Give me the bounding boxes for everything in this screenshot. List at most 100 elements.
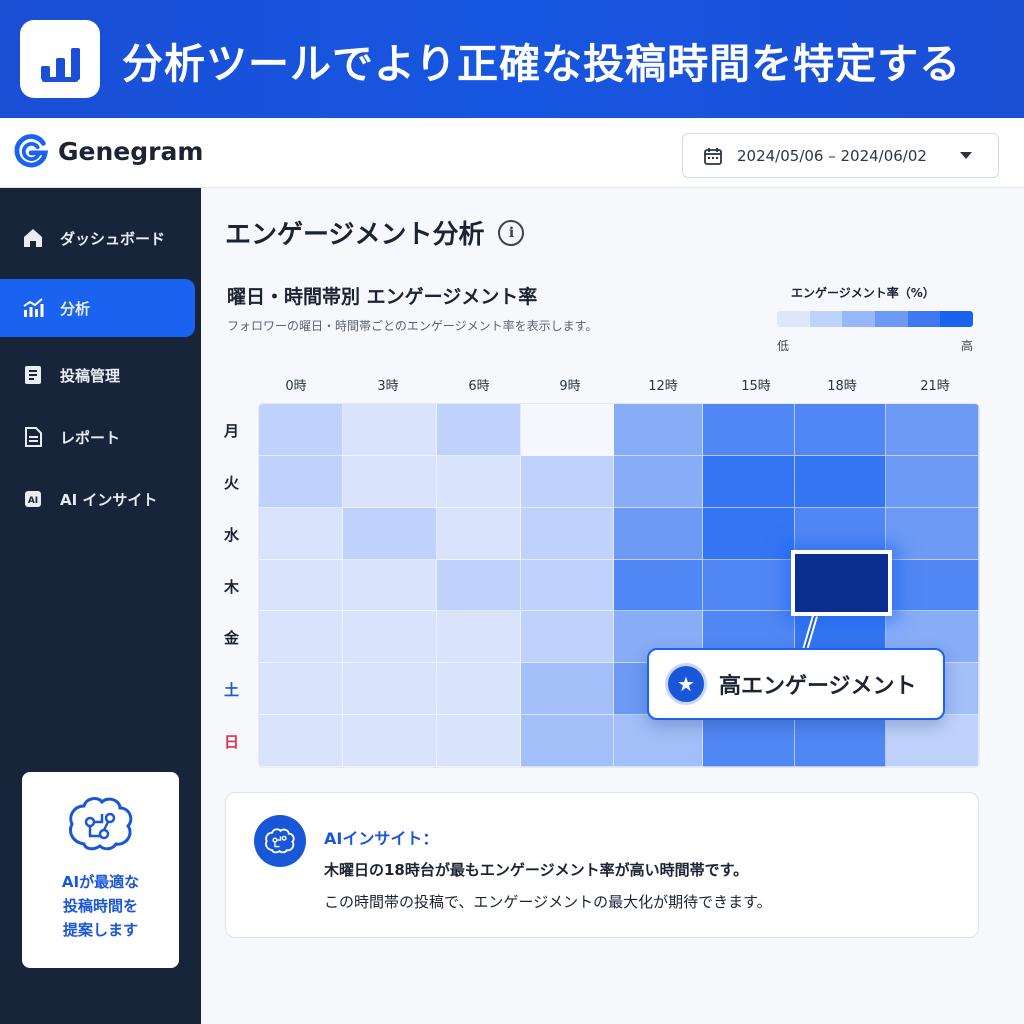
x-tick-label: 3時	[377, 379, 399, 394]
heatmap-cell[interactable]	[614, 455, 703, 508]
heatmap-cell[interactable]	[343, 559, 437, 612]
document-icon	[20, 362, 46, 388]
heatmap-cell[interactable]	[259, 715, 343, 767]
heatmap-cell[interactable]	[886, 559, 979, 612]
y-tick-label: 金	[224, 629, 240, 648]
heatmap-cell[interactable]	[886, 404, 979, 456]
brand-name: Genegram	[58, 136, 204, 166]
heatmap-cell[interactable]	[259, 404, 343, 456]
heatmap-cell[interactable]	[343, 715, 437, 767]
page-title-row: エンゲージメント分析 i	[225, 214, 525, 251]
heatmap-cell[interactable]	[259, 507, 343, 560]
top-header: Genegram 2024/05/06 – 2024/06/02	[0, 118, 1024, 188]
heatmap-cell[interactable]	[259, 455, 343, 508]
heatmap-cell[interactable]	[521, 663, 614, 716]
ai-insight-panel: AIインサイト： 木曜日の18時台が最もエンゲージメント率が高い時間帯です。 こ…	[225, 792, 979, 938]
heatmap-cell[interactable]	[437, 559, 521, 612]
heatmap-cell[interactable]	[259, 611, 343, 664]
color-legend: エンゲージメント率（%） 低 高	[777, 284, 977, 354]
y-tick-label: 月	[224, 421, 240, 440]
y-tick-label: 水	[224, 525, 240, 544]
peak-cell-highlight[interactable]	[791, 550, 892, 616]
heatmap-cell[interactable]	[703, 507, 795, 560]
heatmap-cell[interactable]	[614, 404, 703, 456]
heatmap-cell[interactable]	[343, 507, 437, 560]
brand-logo[interactable]: Genegram	[12, 132, 203, 170]
sidebar-item-posts[interactable]: 投稿管理	[0, 346, 195, 404]
home-icon	[20, 225, 46, 251]
heatmap-cell[interactable]	[521, 404, 614, 456]
sidebar: ダッシュボード 分析 投稿管理 レポート AI AI インサイト AIが最適な …	[0, 188, 201, 1024]
heatmap-cell[interactable]	[343, 404, 437, 456]
ai-card-line: 投稿時間を	[62, 897, 138, 915]
y-tick-label: 日	[224, 733, 240, 752]
star-icon: ★	[665, 663, 707, 705]
ai-promo-card[interactable]: AIが最適な 投稿時間を 提案します	[22, 772, 179, 968]
ai-card-line: 提案します	[62, 921, 138, 939]
heatmap-cell[interactable]	[886, 715, 979, 767]
heatmap-cell[interactable]	[437, 663, 521, 716]
heatmap-cell[interactable]	[343, 663, 437, 716]
heatmap-cell[interactable]	[343, 611, 437, 664]
sidebar-item-analytics[interactable]: 分析	[0, 279, 195, 337]
heatmap-cell[interactable]	[795, 455, 886, 508]
heatmap-cell[interactable]	[343, 455, 437, 508]
heatmap-cell[interactable]	[521, 559, 614, 612]
main-content: エンゲージメント分析 i 曜日・時間帯別 エンゲージメント率 フォロワーの曜日・…	[201, 188, 1024, 1024]
heatmap-cell[interactable]	[521, 715, 614, 767]
x-tick-label: 9時	[559, 379, 581, 394]
legend-gradient	[777, 311, 973, 327]
heatmap-cell[interactable]	[703, 715, 795, 767]
x-tick-label: 15時	[741, 379, 771, 394]
genegram-logo-icon	[14, 134, 49, 168]
calendar-icon	[704, 147, 722, 165]
y-tick-label: 土	[224, 681, 240, 700]
y-tick-label: 火	[224, 473, 240, 492]
insight-line: この時間帯の投稿で、エンゲージメントの最大化が期待できます。	[324, 893, 772, 911]
sidebar-item-report[interactable]: レポート	[0, 408, 195, 466]
heatmap-cell[interactable]	[521, 611, 614, 664]
heatmap-cell[interactable]	[437, 611, 521, 664]
sidebar-item-dashboard[interactable]: ダッシュボード	[0, 209, 195, 267]
heatmap-cell[interactable]	[795, 404, 886, 456]
high-engagement-callout: ★ 高エンゲージメント	[647, 648, 945, 720]
sidebar-item-label: AI インサイト	[60, 490, 158, 509]
heatmap-cell[interactable]	[614, 715, 703, 767]
heatmap-cell[interactable]	[886, 507, 979, 560]
report-icon	[20, 424, 46, 450]
insight-title: AIインサイト：	[324, 829, 439, 848]
heatmap-cell[interactable]	[795, 715, 886, 767]
bar-chart-icon	[20, 20, 100, 98]
heatmap-cell[interactable]	[886, 455, 979, 508]
info-icon[interactable]: i	[498, 219, 525, 246]
date-range-text: 2024/05/06 – 2024/06/02	[737, 146, 927, 165]
ai-chip-icon: AI	[20, 486, 46, 512]
heatmap-cell[interactable]	[614, 507, 703, 560]
heatmap-cell[interactable]	[437, 404, 521, 456]
heatmap-cell[interactable]	[437, 507, 521, 560]
heatmap-cell[interactable]	[614, 559, 703, 612]
heatmap-cell[interactable]	[521, 507, 614, 560]
heatmap-cell[interactable]	[703, 559, 795, 612]
heatmap-cell[interactable]	[437, 455, 521, 508]
legend-high-label: 高	[960, 339, 973, 353]
analytics-icon	[20, 295, 46, 321]
heatmap-cell[interactable]	[259, 663, 343, 716]
date-range-picker[interactable]: 2024/05/06 – 2024/06/02	[682, 133, 999, 178]
heatmap-cell[interactable]	[259, 559, 343, 612]
heatmap-cell[interactable]	[703, 404, 795, 456]
heatmap-cell[interactable]	[521, 455, 614, 508]
x-tick-label: 12時	[648, 379, 678, 394]
x-tick-label: 18時	[827, 379, 857, 394]
page-title: エンゲージメント分析	[225, 220, 485, 250]
legend-title: エンゲージメント率（%）	[791, 286, 935, 300]
heatmap-cell[interactable]	[703, 455, 795, 508]
banner-title: 分析ツールでより正確な投稿時間を特定する	[122, 40, 962, 88]
chevron-down-icon	[960, 152, 972, 159]
sidebar-item-label: 投稿管理	[60, 366, 121, 385]
sidebar-item-label: 分析	[60, 299, 91, 318]
heatmap-cell[interactable]	[437, 715, 521, 767]
sidebar-item-ai-insight[interactable]: AI AI インサイト	[0, 470, 195, 528]
callout-pointer	[802, 616, 818, 651]
sidebar-item-label: ダッシュボード	[60, 229, 166, 248]
